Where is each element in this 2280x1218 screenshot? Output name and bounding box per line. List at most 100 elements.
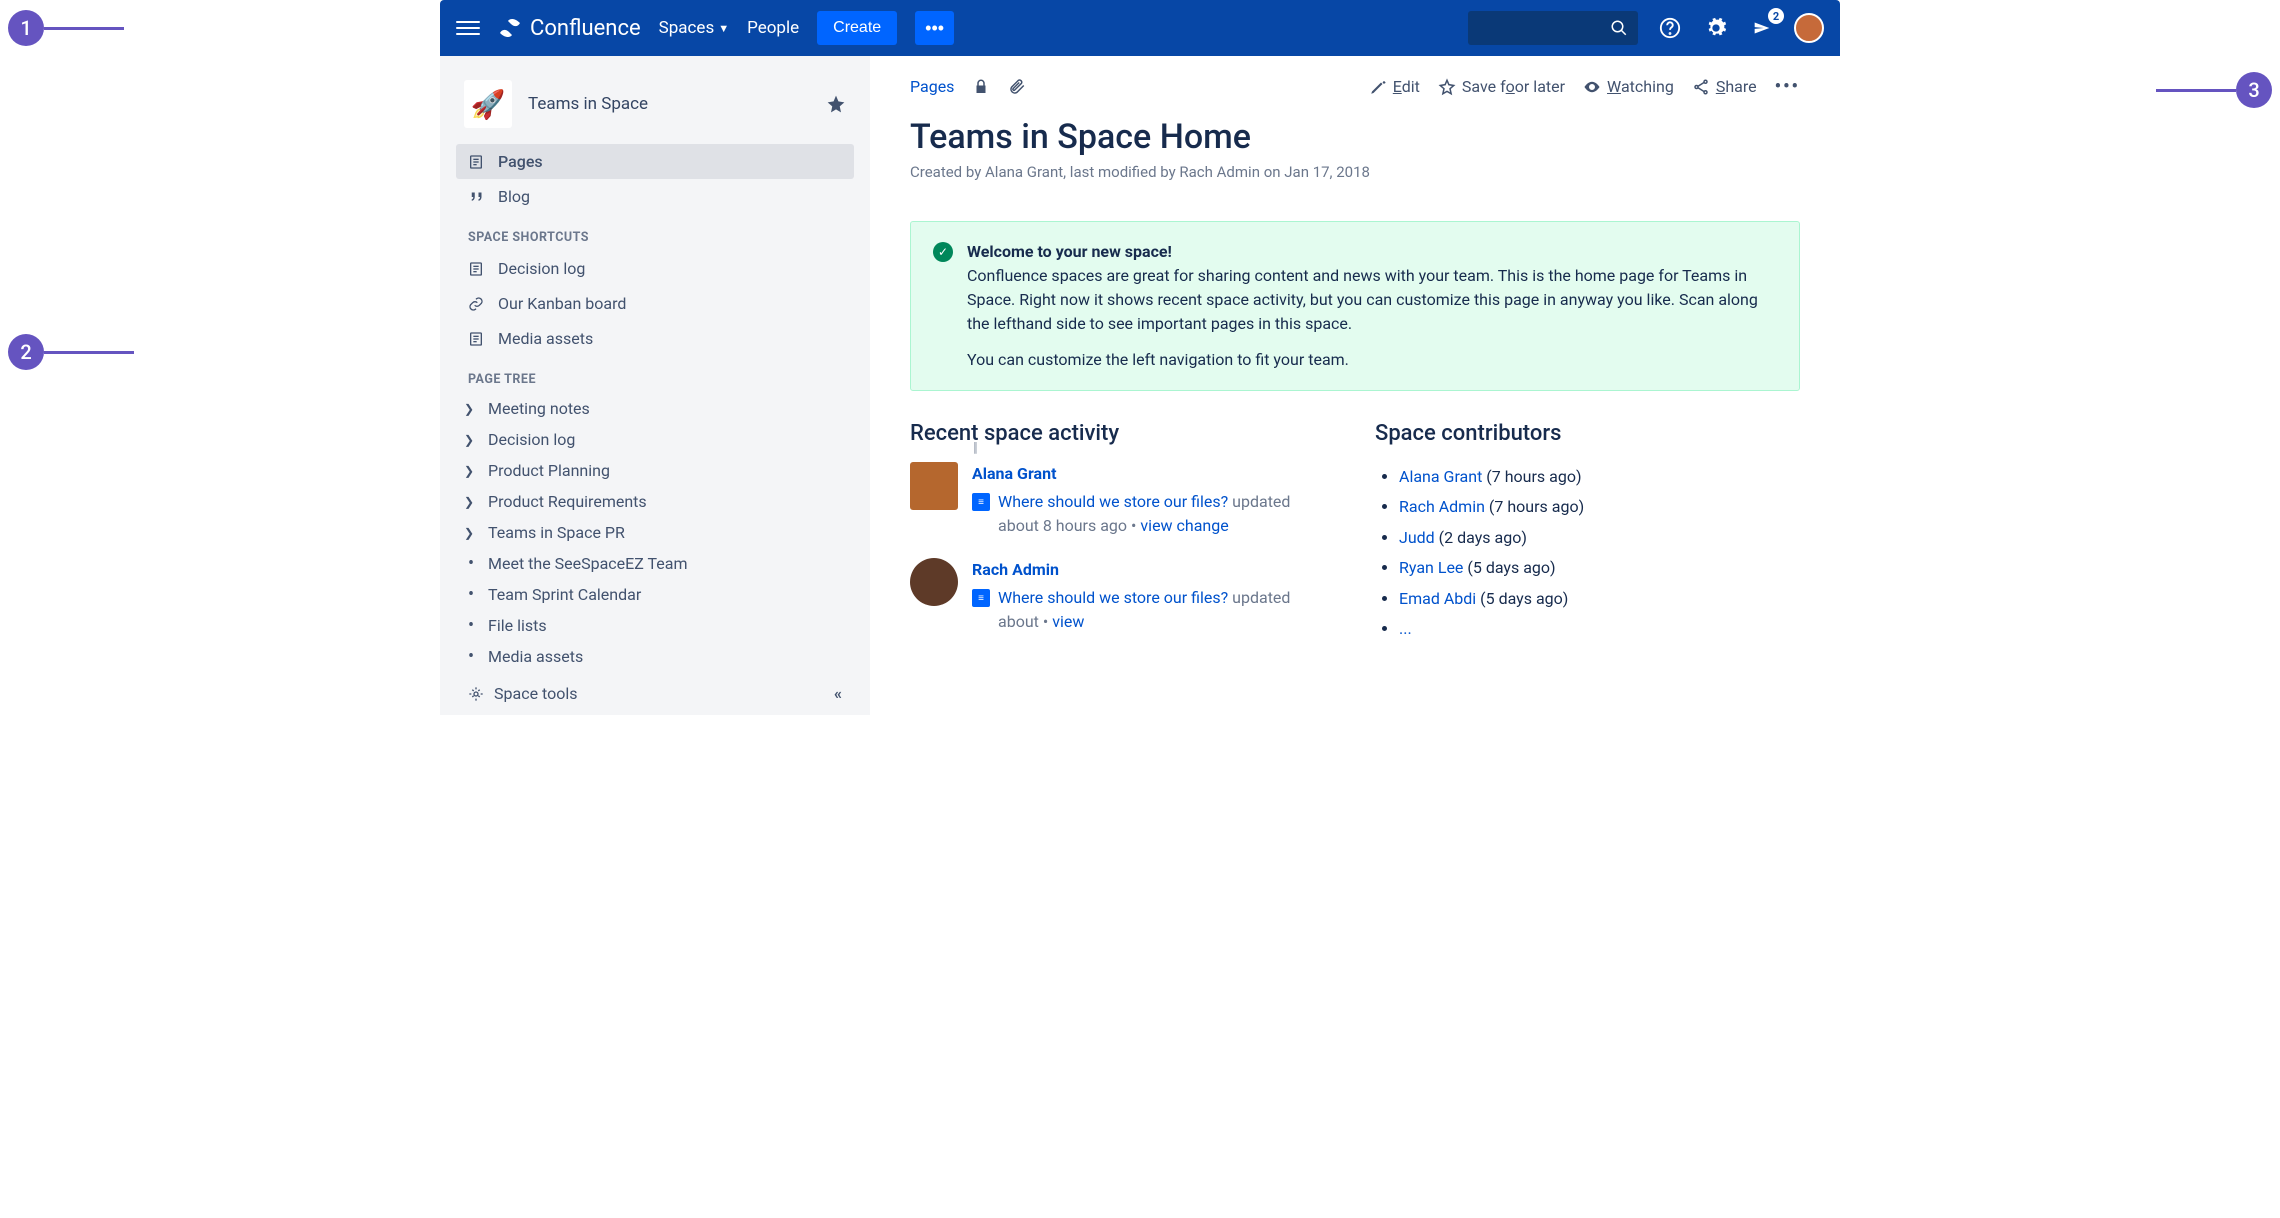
restrictions-icon[interactable] xyxy=(972,78,990,96)
tree-item[interactable]: ❯Meeting notes xyxy=(456,393,854,424)
sidebar-pages[interactable]: Pages xyxy=(456,144,854,179)
pencil-icon xyxy=(1369,78,1387,96)
quote-icon xyxy=(468,188,486,206)
eye-icon xyxy=(1583,78,1601,96)
activity-item: Alana Grant ≡ Where should we store our fi… xyxy=(910,462,1335,538)
tree-item[interactable]: ❯Product Requirements xyxy=(456,486,854,517)
user-avatar[interactable] xyxy=(910,558,958,606)
create-button[interactable]: Create xyxy=(817,11,897,45)
contributors-heading: Space contributors xyxy=(1375,421,1800,446)
contributor-link[interactable]: Ryan Lee xyxy=(1399,558,1463,577)
user-avatar[interactable] xyxy=(1794,13,1824,43)
expand-icon[interactable]: ❯ xyxy=(464,526,478,540)
contributor-link[interactable]: Judd xyxy=(1399,528,1435,547)
contributor-item: Alana Grant (7 hours ago) xyxy=(1399,462,1800,492)
edit-button[interactable]: Edit xyxy=(1369,77,1420,96)
expand-icon[interactable]: ❯ xyxy=(464,433,478,447)
nav-people[interactable]: People xyxy=(747,18,799,38)
brand-name: Confluence xyxy=(530,16,641,41)
notifications-icon[interactable]: 2 xyxy=(1748,14,1776,42)
bullet-icon: • xyxy=(464,617,478,635)
create-more-button[interactable]: ••• xyxy=(915,11,954,45)
tree-item[interactable]: •Meet the SeeSpaceEZ Team xyxy=(456,548,854,579)
callout-3-line xyxy=(2156,89,2236,92)
activity-user-link[interactable]: Rach Admin xyxy=(972,558,1335,582)
search-icon xyxy=(1610,19,1628,37)
pagetree-heading: PAGE TREE xyxy=(456,356,854,393)
page-icon: ≡ xyxy=(972,589,990,607)
search-input[interactable] xyxy=(1468,11,1638,45)
main-content: Pages Edit Save foor later Watching Shar… xyxy=(870,56,1840,715)
expand-icon[interactable]: ❯ xyxy=(464,402,478,416)
expand-icon[interactable]: ❯ xyxy=(464,464,478,478)
expand-icon[interactable]: ❯ xyxy=(464,495,478,509)
tree-item[interactable]: ❯Decision log xyxy=(456,424,854,455)
panel-text-1: Confluence spaces are great for sharing … xyxy=(967,266,1758,333)
contributor-link[interactable]: Alana Grant xyxy=(1399,467,1482,486)
space-name[interactable]: Teams in Space xyxy=(528,94,810,114)
activity-action-link[interactable]: view xyxy=(1052,612,1084,631)
tree-item[interactable]: ❯Product Planning xyxy=(456,455,854,486)
callout-1-line xyxy=(44,27,124,30)
info-panel: ✓ Welcome to your new space! Confluence … xyxy=(910,221,1800,391)
contributor-link[interactable]: Rach Admin xyxy=(1399,497,1485,516)
panel-text-2: You can customize the left navigation to… xyxy=(967,348,1777,372)
share-icon xyxy=(1692,78,1710,96)
tree-item[interactable]: •File lists xyxy=(456,610,854,641)
resize-handle[interactable]: || xyxy=(973,440,976,456)
contributor-item: Judd (2 days ago) xyxy=(1399,523,1800,553)
check-icon: ✓ xyxy=(933,242,953,262)
notification-badge: 2 xyxy=(1768,8,1784,24)
shortcut-item[interactable]: Media assets xyxy=(456,321,854,356)
watching-button[interactable]: Watching xyxy=(1583,77,1674,96)
nav-spaces[interactable]: Spaces ▼ xyxy=(659,18,729,38)
page-icon xyxy=(468,331,486,347)
page-icon: ≡ xyxy=(972,493,990,511)
shortcuts-heading: SPACE SHORTCUTS xyxy=(456,214,854,251)
tree-item[interactable]: •Media assets xyxy=(456,641,854,672)
user-avatar[interactable] xyxy=(910,462,958,510)
more-actions-icon[interactable]: ••• xyxy=(1775,76,1800,97)
contributor-item: ... xyxy=(1399,614,1800,644)
contributor-link[interactable]: Emad Abdi xyxy=(1399,589,1476,608)
activity-user-link[interactable]: Alana Grant xyxy=(972,462,1335,486)
star-outline-icon xyxy=(1438,78,1456,96)
tree-item[interactable]: •Team Sprint Calendar xyxy=(456,579,854,610)
contributor-item: Ryan Lee (5 days ago) xyxy=(1399,553,1800,583)
settings-icon[interactable] xyxy=(1702,14,1730,42)
contributor-link[interactable]: ... xyxy=(1399,619,1412,638)
activity-page-link[interactable]: Where should we store our files? xyxy=(998,492,1228,511)
star-icon[interactable] xyxy=(826,94,846,114)
attachments-icon[interactable] xyxy=(1008,78,1026,96)
help-icon[interactable] xyxy=(1656,14,1684,42)
space-tools[interactable]: Space tools xyxy=(468,684,578,703)
sidebar-blog[interactable]: Blog xyxy=(456,179,854,214)
bullet-icon: • xyxy=(464,586,478,604)
brand-logo[interactable]: Confluence xyxy=(498,16,641,41)
shortcut-item[interactable]: Decision log xyxy=(456,251,854,286)
gear-icon xyxy=(468,686,484,702)
bullet-icon: • xyxy=(464,555,478,573)
save-for-later-button[interactable]: Save foor later xyxy=(1438,77,1565,96)
callout-2: 2 xyxy=(8,334,44,370)
breadcrumb-pages[interactable]: Pages xyxy=(910,77,954,96)
space-logo[interactable]: 🚀 xyxy=(464,80,512,128)
page-icon xyxy=(468,154,486,170)
page-title: Teams in Space Home xyxy=(910,117,1800,157)
share-button[interactable]: Share xyxy=(1692,77,1757,96)
panel-heading: Welcome to your new space! xyxy=(967,242,1172,261)
callout-2-line xyxy=(44,351,134,354)
top-nav: Confluence Spaces ▼ People Create ••• 2 xyxy=(440,0,1840,56)
page-icon xyxy=(468,261,486,277)
tree-item[interactable]: ❯Teams in Space PR xyxy=(456,517,854,548)
app-switcher-icon[interactable] xyxy=(456,16,480,40)
sidebar: 🚀 Teams in Space Pages Blog SPACE SHORTC… xyxy=(440,56,870,715)
page-meta: Created by Alana Grant, last modified by… xyxy=(910,163,1800,181)
shortcut-item[interactable]: Our Kanban board xyxy=(456,286,854,321)
bullet-icon: • xyxy=(464,648,478,666)
callout-1: 1 xyxy=(8,10,44,46)
activity-page-link[interactable]: Where should we store our files? xyxy=(998,588,1228,607)
chevron-down-icon: ▼ xyxy=(718,22,729,35)
activity-action-link[interactable]: view change xyxy=(1140,516,1228,535)
collapse-sidebar-icon[interactable]: « xyxy=(834,684,842,703)
